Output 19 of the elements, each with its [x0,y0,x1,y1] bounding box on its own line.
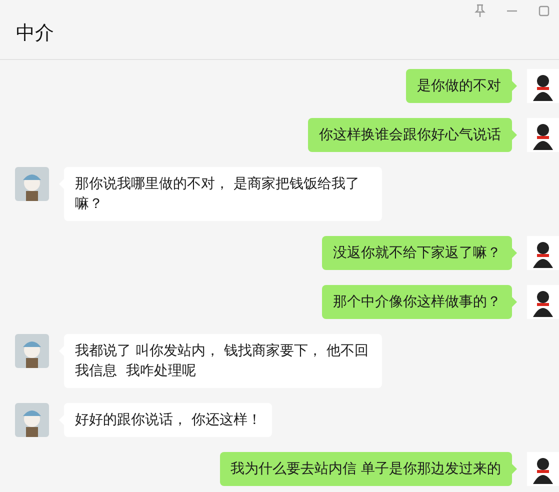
bubble-tail [512,464,517,474]
message-bubble: 你这样换谁会跟你好心气说话 [308,118,512,152]
window-title: 中介 [16,20,54,46]
bubble-tail [512,297,517,307]
avatar-icon [15,167,49,201]
message-bubble: 那个中介像你这样做事的？ [322,285,512,319]
avatar-icon [15,403,49,437]
message-bubble: 我都说了 叫你发站内， 钱找商家要下， 他不回我信息 我咋处理呢 [64,334,382,388]
bubble-tail [512,248,517,258]
message-bubble: 好好的跟你说话， 你还这样！ [64,403,272,437]
avatar-icon [15,334,49,368]
pin-icon[interactable] [473,4,487,18]
maximize-icon[interactable] [537,4,551,18]
message-bubble: 那你说我哪里做的不对， 是商家把钱饭给我了嘛？ [64,167,382,221]
bubble-tail [512,81,517,91]
message-bubble: 我为什么要去站内信 单子是你那边发过来的 [220,452,512,486]
bubble-tail [512,130,517,140]
message-bubble: 没返你就不给下家返了嘛？ [322,236,512,270]
message-bubble: 是你做的不对 [406,69,512,103]
